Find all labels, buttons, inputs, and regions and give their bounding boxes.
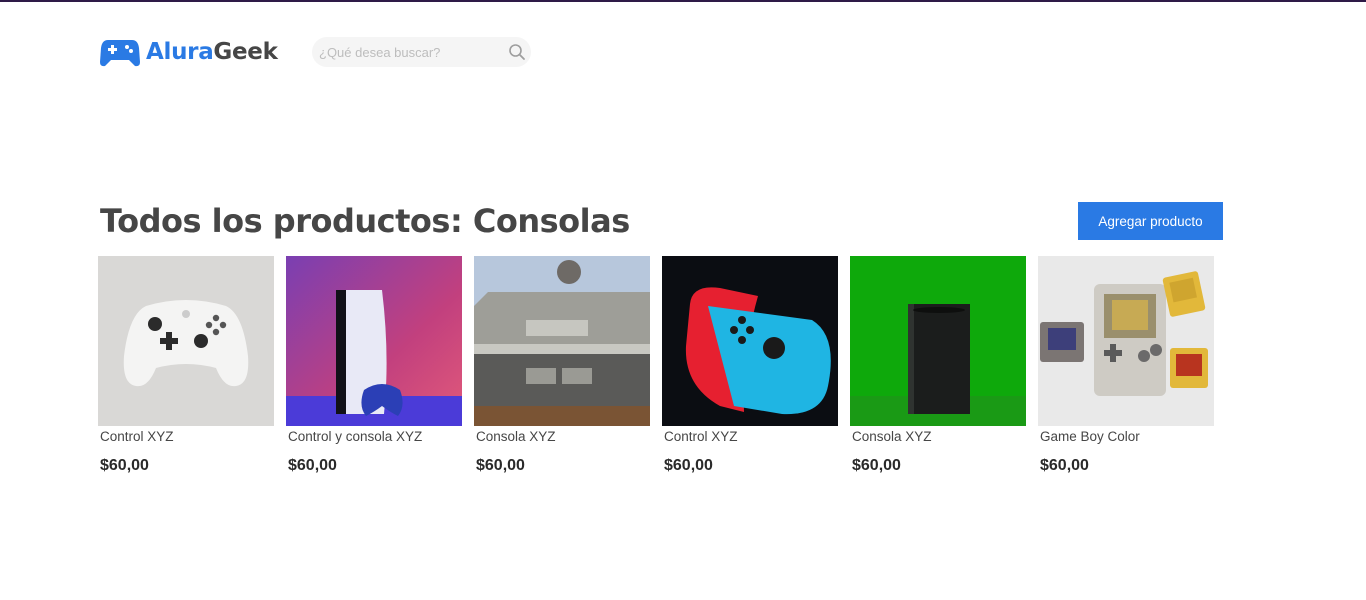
add-product-button[interactable]: Agregar producto [1078,202,1223,240]
brand-name: AluraGeek [146,39,278,65]
page-title: Todos los productos: Consolas [100,202,630,240]
product-price: $60,00 [1040,457,1089,474]
product-image[interactable] [286,256,462,426]
joycons-image [662,256,838,426]
product-image[interactable] [662,256,838,426]
product-price: $60,00 [664,457,713,474]
brand-logo[interactable]: AluraGeek [100,36,278,68]
search-bar [312,37,531,67]
product-name: Consola XYZ [852,429,932,444]
white-controller-image [98,256,274,426]
product-card[interactable]: Control XYZ $60,00 [662,256,838,476]
product-card[interactable]: Consola XYZ $60,00 [850,256,1026,476]
top-border [0,0,1366,2]
xbox-series-x-image [850,256,1026,426]
product-price: $60,00 [852,457,901,474]
gameboy-image [1038,256,1214,426]
product-image[interactable] [474,256,650,426]
product-image[interactable] [850,256,1026,426]
product-price: $60,00 [288,457,337,474]
product-name: Consola XYZ [476,429,556,444]
product-price: $60,00 [476,457,525,474]
brand-name-part1: Alura [146,39,214,65]
ps5-image [286,256,462,426]
site-header: AluraGeek [100,36,531,68]
product-name: Game Boy Color [1040,429,1140,444]
product-image[interactable] [98,256,274,426]
products-header: Todos los productos: Consolas Agregar pr… [100,202,1223,240]
product-image[interactable] [1038,256,1214,426]
gamepad-icon [100,40,140,67]
product-card[interactable]: Consola XYZ $60,00 [474,256,650,476]
product-card[interactable]: Control XYZ $60,00 [98,256,274,476]
search-icon[interactable] [507,42,527,62]
nes-image [474,256,650,426]
brand-name-part2: Geek [213,39,278,65]
product-name: Control y consola XYZ [288,429,423,444]
search-input[interactable] [312,37,492,67]
product-card[interactable]: Game Boy Color $60,00 [1038,256,1214,476]
product-price: $60,00 [100,457,149,474]
product-name: Control XYZ [664,429,738,444]
product-name: Control XYZ [100,429,174,444]
product-card[interactable]: Control y consola XYZ $60,00 [286,256,462,476]
product-grid: Control XYZ $60,00 Control y consola XYZ… [98,256,1214,476]
